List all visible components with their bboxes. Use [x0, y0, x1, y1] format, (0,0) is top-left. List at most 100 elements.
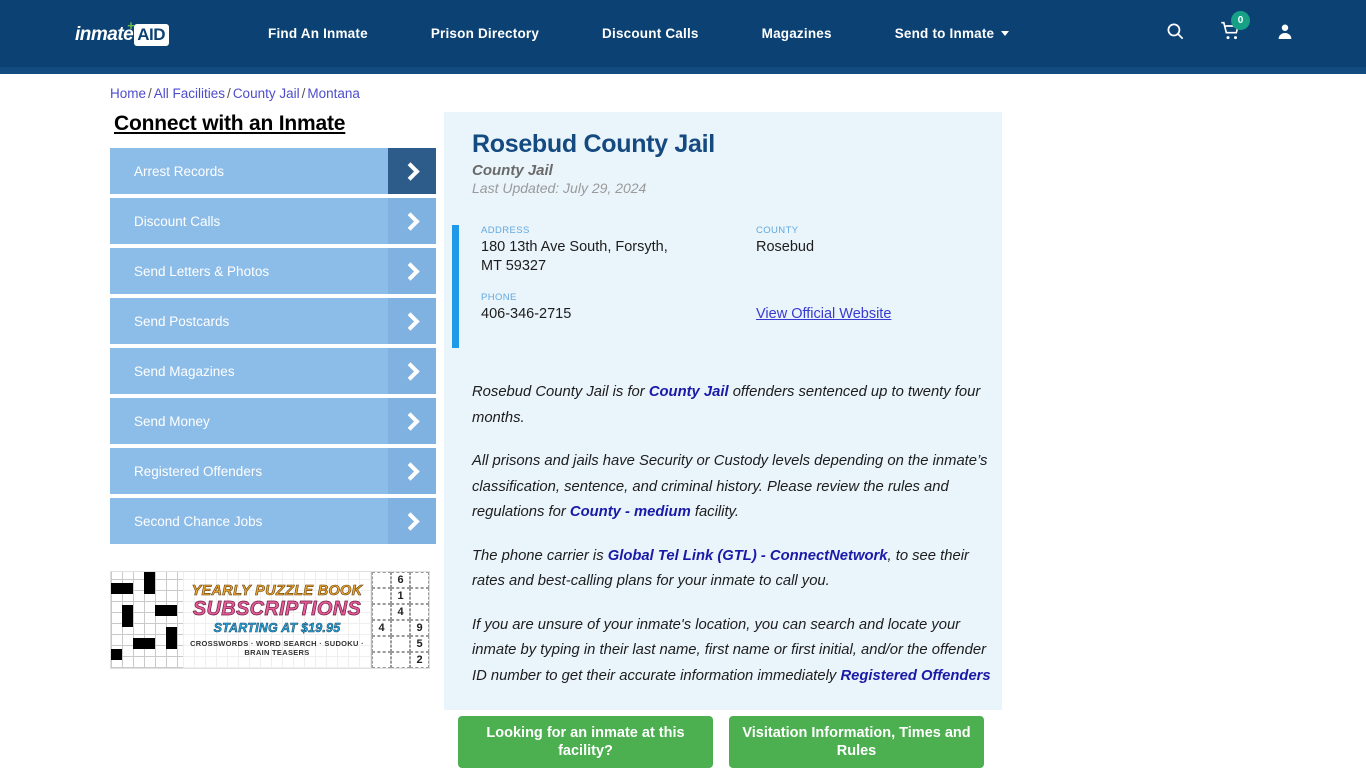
sidebar-item-registered-offenders[interactable]: Registered Offenders	[110, 448, 436, 494]
address-cell: ADDRESS 180 13th Ave South, Forsyth, MT …	[481, 225, 756, 292]
address-label: ADDRESS	[481, 225, 530, 236]
nav-item-magazines[interactable]: Magazines	[762, 26, 832, 41]
registered-offenders-link[interactable]: Registered Offenders	[840, 668, 990, 684]
chevron-right-icon	[388, 348, 436, 394]
sudoku-cell: 2	[410, 652, 429, 668]
ad-line-4: CROSSWORDS · WORD SEARCH · SUDOKU · BRAI…	[190, 638, 364, 657]
phone-value: 406-346-2715	[481, 306, 572, 322]
sudoku-cell	[410, 604, 429, 620]
p2-text-b: facility.	[690, 504, 739, 520]
website-cell: View Official Website	[756, 292, 994, 340]
view-official-website-link[interactable]: View Official Website	[756, 306, 891, 322]
sidebar-item-second-chance-jobs[interactable]: Second Chance Jobs	[110, 498, 436, 544]
visitation-info-button[interactable]: Visitation Information, Times and Rules	[729, 716, 984, 768]
sudoku-cell	[372, 604, 391, 620]
description-paragraph-2: All prisons and jails have Security or C…	[472, 449, 992, 526]
breadcrumb-separator: /	[301, 86, 306, 101]
navbar-underline	[0, 67, 1366, 74]
sudoku-cell	[372, 588, 391, 604]
nav-item-send-to-inmate[interactable]: Send to Inmate	[895, 26, 1010, 41]
address-value-line1: 180 13th Ave South, Forsyth,	[481, 239, 668, 255]
page-title: Rosebud County Jail	[472, 130, 715, 158]
sudoku-cell	[410, 572, 429, 588]
county-medium-link[interactable]: County - medium	[570, 504, 691, 520]
sudoku-cell: 9	[410, 620, 429, 636]
phone-carrier-link[interactable]: Global Tel Link (GTL) - ConnectNetwork	[608, 548, 888, 564]
nav-item-prison-directory[interactable]: Prison Directory	[431, 26, 539, 41]
breadcrumb-item-home[interactable]: Home	[110, 86, 146, 101]
sudoku-cell: 6	[391, 572, 410, 588]
sudoku-cell	[391, 636, 410, 652]
sidebar-item-send-magazines[interactable]: Send Magazines	[110, 348, 436, 394]
facility-detail-panel: Rosebud County Jail County Jail Last Upd…	[444, 112, 1002, 710]
address-value-line2: MT 59327	[481, 258, 547, 274]
ad-line-1: YEARLY PUZZLE BOOK	[191, 582, 363, 599]
sidebar-item-label: Arrest Records	[134, 163, 225, 179]
county-value: Rosebud	[756, 239, 815, 255]
county-jail-link[interactable]: County Jail	[649, 384, 729, 400]
cta-button-row: Looking for an inmate at this facility? …	[458, 716, 1003, 768]
crossword-graphic	[111, 572, 183, 668]
sidebar-item-send-letters-photos[interactable]: Send Letters & Photos	[110, 248, 436, 294]
chevron-right-icon	[388, 498, 436, 544]
sudoku-cell	[391, 652, 410, 668]
user-icon[interactable]	[1276, 22, 1294, 46]
logo-wordmark: inmate	[75, 24, 134, 45]
sidebar-item-label: Send Money	[134, 413, 210, 429]
ad-line-3: STARTING AT $19.95	[213, 621, 341, 635]
sudoku-cell: 4	[372, 620, 391, 636]
sidebar-item-discount-calls[interactable]: Discount Calls	[110, 198, 436, 244]
website-label-spacer	[756, 292, 994, 303]
chevron-right-icon	[388, 298, 436, 344]
sidebar-item-send-postcards[interactable]: Send Postcards	[110, 298, 436, 344]
sidebar-item-label: Registered Offenders	[134, 463, 263, 479]
sudoku-cell	[372, 572, 391, 588]
cart-icon[interactable]: 0	[1220, 11, 1250, 46]
breadcrumb: Home / All Facilities / County Jail / Montana	[110, 86, 360, 101]
breadcrumb-item-montana[interactable]: Montana	[307, 86, 360, 101]
county-label: COUNTY	[756, 225, 799, 236]
sidebar-item-label: Send Letters & Photos	[134, 263, 270, 279]
chevron-right-icon	[388, 248, 436, 294]
sidebar-item-arrest-records[interactable]: Arrest Records	[110, 148, 436, 194]
breadcrumb-separator: /	[148, 86, 152, 101]
sidebar-item-label: Send Magazines	[134, 363, 235, 379]
chevron-right-icon	[388, 398, 436, 444]
breadcrumb-separator: /	[227, 86, 231, 101]
chevron-right-icon	[388, 198, 436, 244]
looking-for-inmate-button[interactable]: Looking for an inmate at this facility?	[458, 716, 713, 768]
logo-aid-box: + AID	[127, 18, 170, 46]
facility-info-block: ADDRESS 180 13th Ave South, Forsyth, MT …	[452, 225, 994, 348]
sudoku-graphic: 6 1 4 4 9 5 2	[371, 572, 429, 668]
breadcrumb-item-county-jail[interactable]: County Jail	[233, 86, 300, 101]
county-cell: COUNTY Rosebud	[756, 225, 994, 292]
description-paragraph-3: The phone carrier is Global Tel Link (GT…	[472, 544, 992, 595]
plus-icon: +	[127, 18, 135, 33]
sudoku-cell	[372, 636, 391, 652]
top-navigation-bar: inmate + AID Find An Inmate Prison Directo…	[0, 0, 1366, 67]
search-icon[interactable]	[1166, 22, 1185, 46]
nav-item-find-an-inmate[interactable]: Find An Inmate	[268, 26, 368, 41]
description-paragraph-4: If you are unsure of your inmate's locat…	[472, 613, 992, 690]
nav-item-discount-calls[interactable]: Discount Calls	[602, 26, 699, 41]
site-logo[interactable]: inmate + AID	[75, 18, 187, 47]
sudoku-cell	[391, 620, 410, 636]
sidebar-item-label: Discount Calls	[134, 213, 221, 229]
sidebar-item-send-money[interactable]: Send Money	[110, 398, 436, 444]
phone-cell: PHONE 406-346-2715	[481, 292, 756, 340]
chevron-right-icon	[388, 148, 436, 194]
puzzle-book-ad-banner[interactable]: YEARLY PUZZLE BOOK SUBSCRIPTIONS STARTIN…	[110, 571, 430, 669]
p3-text-a: The phone carrier is	[472, 547, 608, 564]
ad-text-block: YEARLY PUZZLE BOOK SUBSCRIPTIONS STARTIN…	[183, 572, 371, 668]
sidebar-item-label: Send Postcards	[134, 313, 230, 329]
last-updated: Last Updated: July 29, 2024	[472, 180, 647, 196]
breadcrumb-item-all-facilities[interactable]: All Facilities	[154, 86, 225, 101]
nav-icon-group: 0	[1166, 0, 1294, 67]
sudoku-cell: 5	[410, 636, 429, 652]
sidebar: Connect with an Inmate Arrest Records Di…	[110, 112, 436, 548]
nav-links: Find An Inmate Prison Directory Discount…	[268, 0, 1072, 67]
sidebar-title: Connect with an Inmate	[114, 112, 346, 135]
description-paragraph-1: Rosebud County Jail is for County Jail o…	[472, 380, 992, 431]
sudoku-cell	[372, 652, 391, 668]
logo-aid-text: AID	[137, 25, 166, 44]
